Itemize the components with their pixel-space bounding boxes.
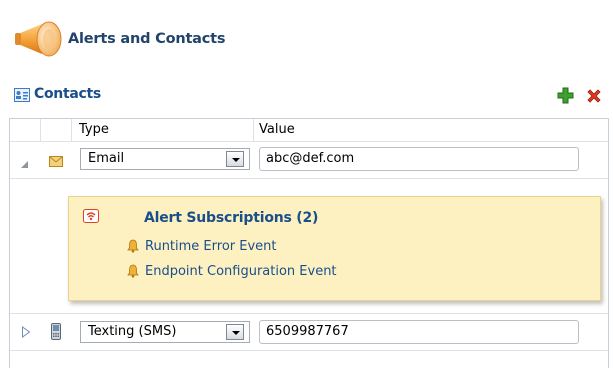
alert-subscriptions-title: Alert Subscriptions (2) (144, 210, 319, 226)
subscription-item[interactable]: Endpoint Configuration Event (127, 262, 337, 280)
page-title: Alerts and Contacts (68, 31, 226, 47)
page-header: Alerts and Contacts (14, 18, 226, 60)
subscription-label: Endpoint Configuration Event (145, 263, 337, 279)
email-envelope-icon (49, 156, 63, 167)
contact-type-value: Email (88, 151, 125, 166)
row-divider (10, 178, 608, 179)
contact-value-input[interactable]: 6509987767 (259, 320, 579, 344)
mobile-phone-icon (51, 323, 61, 340)
table-row: Texting (SMS) 6509987767 (10, 314, 608, 350)
expand-triangle-icon[interactable] (21, 326, 31, 338)
megaphone-icon (14, 18, 66, 60)
wireless-alert-icon (83, 209, 99, 223)
bell-icon (127, 264, 139, 278)
contact-card-icon (14, 88, 30, 102)
alert-subscriptions-panel: Alert Subscriptions (2) Runtime Error Ev… (68, 196, 601, 301)
delete-x-icon (587, 89, 601, 103)
add-contact-button[interactable] (557, 87, 574, 104)
collapse-triangle-icon[interactable] (20, 159, 30, 169)
subscription-label: Runtime Error Event (145, 238, 277, 254)
column-header-type: Type (79, 122, 109, 137)
contact-value-input[interactable]: abc@def.com (259, 147, 579, 171)
contacts-title: Contacts (34, 86, 101, 102)
table-row: Email abc@def.com (10, 142, 608, 178)
contacts-section-header: Contacts (14, 86, 608, 106)
contacts-table: Type Value Email abc@def.com Alert Subsc… (9, 118, 609, 368)
dropdown-arrow-icon[interactable] (226, 151, 244, 167)
contact-type-select[interactable]: Texting (SMS) (80, 321, 250, 343)
contact-type-value: Texting (SMS) (88, 324, 177, 339)
row-divider (10, 350, 608, 351)
plus-icon (557, 87, 574, 104)
bell-icon (127, 239, 139, 253)
column-header-value: Value (259, 122, 295, 137)
subscription-item[interactable]: Runtime Error Event (127, 237, 277, 255)
dropdown-arrow-icon[interactable] (226, 324, 244, 340)
contact-type-select[interactable]: Email (80, 148, 250, 170)
delete-contact-button[interactable] (586, 88, 602, 104)
